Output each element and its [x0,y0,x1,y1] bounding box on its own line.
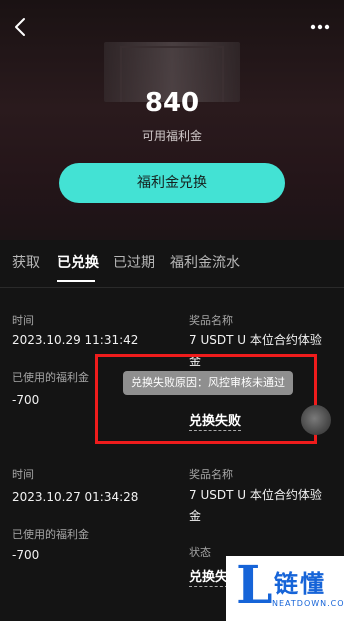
time-label: 时间 [12,314,34,327]
hero-banner: 840 可用福利金 福利金兑换 [0,0,344,240]
used-welfare-label: 已使用的福利金 [12,371,89,384]
status-label: 状态 [189,546,211,559]
watermark-brand: 链懂 [274,570,326,598]
prize-label: 奖品名称 [189,468,233,481]
tab-earned[interactable]: 获取 [12,252,40,272]
record-prize: 7 USDT U 本位合约体验金 [189,488,322,523]
active-tab-indicator [57,280,95,282]
tab-expired[interactable]: 已过期 [113,252,155,272]
back-arrow-icon[interactable] [10,16,32,38]
tab-exchanged[interactable]: 已兑换 [57,252,99,272]
more-options-icon[interactable] [310,18,330,36]
time-label: 时间 [12,468,34,481]
site-watermark: L 链懂 NEATDOWN.COM [226,556,344,621]
welfare-balance: 840 [144,88,200,118]
floating-assist-button[interactable] [301,405,331,435]
watermark-logo-letter: L [236,555,273,616]
record-time: 2023.10.29 11:31:42 [12,333,139,347]
record-time: 2023.10.27 01:34:28 [12,490,139,504]
tabs-divider [0,287,344,288]
record-tabs: 获取 已兑换 已过期 福利金流水 [0,252,344,286]
highlight-annotation-box [95,354,317,444]
record-status[interactable]: 兑换失 [189,566,229,587]
record-used-welfare: -700 [12,548,40,562]
welfare-balance-label: 可用福利金 [141,129,202,143]
used-welfare-label: 已使用的福利金 [12,528,89,541]
prize-label: 奖品名称 [189,314,233,327]
watermark-site: NEATDOWN.COM [272,599,344,608]
exchange-button[interactable]: 福利金兑换 [59,163,285,203]
record-used-welfare: -700 [12,393,40,407]
tab-welfare-ledger[interactable]: 福利金流水 [170,252,240,272]
